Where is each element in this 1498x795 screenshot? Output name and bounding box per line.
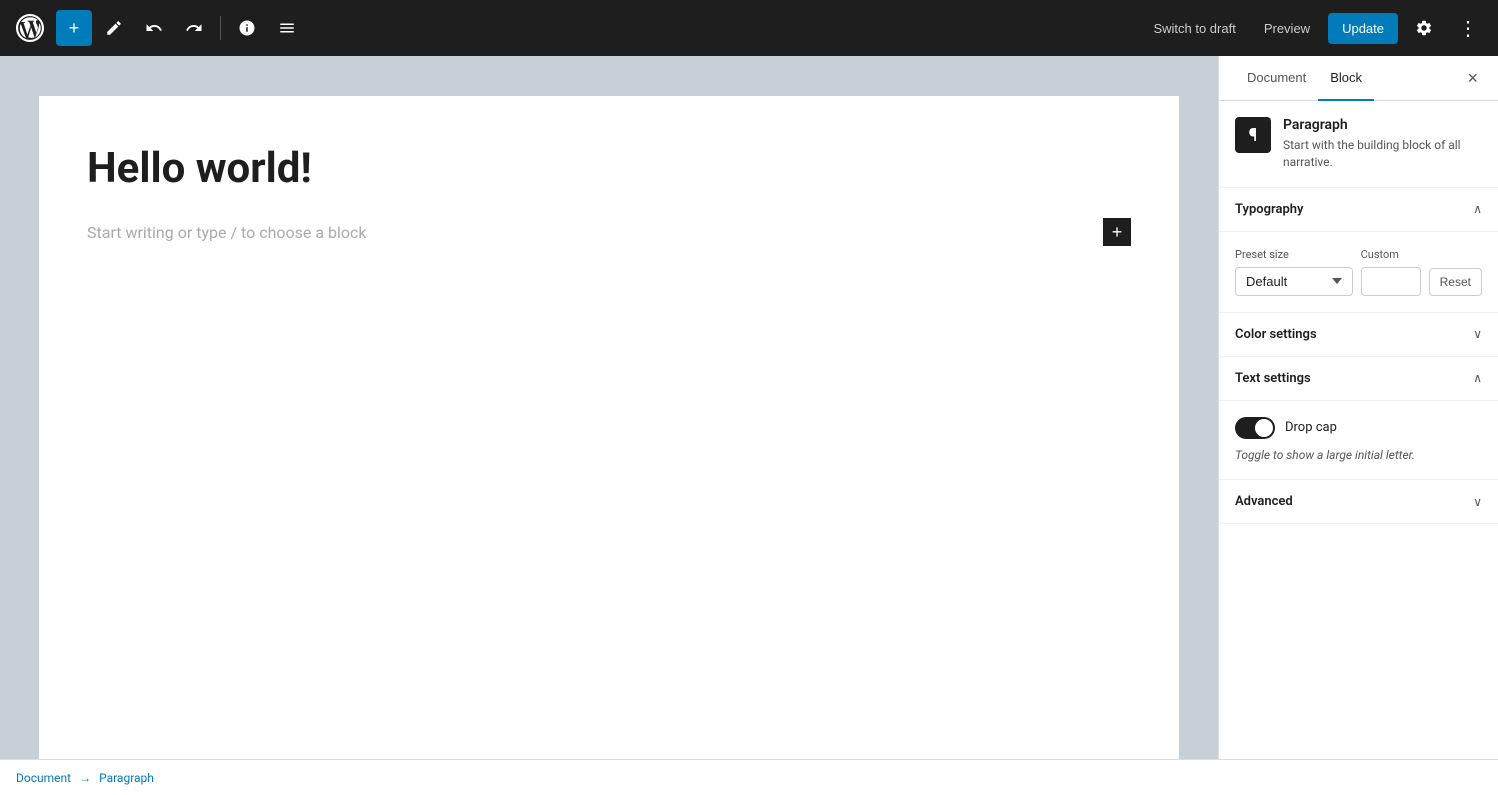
drop-cap-description: Toggle to show a large initial letter.	[1235, 447, 1482, 464]
sidebar-tabs: Document Block ×	[1219, 56, 1498, 101]
block-info: ¶ Paragraph Start with the building bloc…	[1219, 101, 1498, 188]
preset-size-group: Preset size Default	[1235, 248, 1353, 296]
custom-size-input[interactable]	[1361, 267, 1421, 296]
main-layout: Hello world! Start writing or type / to …	[0, 56, 1498, 759]
editor-canvas: Hello world! Start writing or type / to …	[39, 96, 1179, 759]
editor-area: Hello world! Start writing or type / to …	[0, 56, 1218, 759]
edit-icon	[105, 19, 123, 37]
toolbar-separator	[220, 16, 221, 40]
preset-size-label: Preset size	[1235, 248, 1353, 261]
typography-section-content: Preset size Default Custom Reset	[1219, 232, 1498, 313]
block-icon: ¶	[1235, 117, 1271, 153]
text-settings-chevron-icon: ∧	[1473, 371, 1482, 385]
reset-group: Reset	[1429, 268, 1482, 296]
list-view-button[interactable]	[269, 10, 305, 46]
reset-button[interactable]: Reset	[1429, 268, 1482, 296]
status-paragraph-link[interactable]: Paragraph	[99, 771, 154, 785]
inline-add-block-button[interactable]: +	[1103, 218, 1131, 246]
tab-block[interactable]: Block	[1318, 56, 1374, 101]
post-title[interactable]: Hello world!	[87, 144, 1131, 194]
undo-icon	[145, 19, 163, 37]
block-info-text: Paragraph Start with the building block …	[1283, 117, 1482, 171]
drop-cap-row: Drop cap	[1235, 417, 1482, 439]
status-arrow: →	[79, 771, 91, 785]
color-settings-title: Color settings	[1235, 327, 1317, 342]
info-button[interactable]	[229, 10, 265, 46]
typography-title: Typography	[1235, 202, 1304, 217]
toolbar: + Switch to draft Preview Update ⋮	[0, 0, 1498, 56]
preset-size-select[interactable]: Default	[1235, 267, 1353, 296]
text-settings-header[interactable]: Text settings ∧	[1219, 357, 1498, 401]
redo-button[interactable]	[176, 10, 212, 46]
status-document-link[interactable]: Document	[16, 771, 71, 785]
custom-size-group: Custom	[1361, 248, 1421, 296]
status-bar: Document → Paragraph	[0, 759, 1498, 795]
toggle-knob	[1255, 419, 1273, 437]
block-name: Paragraph	[1283, 117, 1482, 133]
block-description: Start with the building block of all nar…	[1283, 137, 1482, 171]
color-settings-header[interactable]: Color settings ∨	[1219, 313, 1498, 357]
redo-icon	[185, 19, 203, 37]
edit-mode-button[interactable]	[96, 10, 132, 46]
drop-cap-label: Drop cap	[1285, 420, 1337, 435]
sidebar: Document Block × ¶ Paragraph Start with …	[1218, 56, 1498, 759]
block-placeholder-text: Start writing or type / to choose a bloc…	[87, 223, 367, 242]
settings-button[interactable]	[1406, 10, 1442, 46]
undo-button[interactable]	[136, 10, 172, 46]
sidebar-close-button[interactable]: ×	[1463, 56, 1482, 100]
text-settings-content: Drop cap Toggle to show a large initial …	[1219, 401, 1498, 481]
typography-chevron-icon: ∧	[1473, 202, 1482, 216]
update-button[interactable]: Update	[1328, 13, 1398, 44]
tab-document[interactable]: Document	[1235, 56, 1318, 101]
color-settings-chevron-icon: ∨	[1473, 327, 1482, 341]
drop-cap-toggle[interactable]	[1235, 417, 1275, 439]
switch-to-draft-button[interactable]: Switch to draft	[1143, 15, 1245, 42]
block-placeholder[interactable]: Start writing or type / to choose a bloc…	[87, 218, 1131, 246]
font-size-row: Preset size Default Custom Reset	[1235, 248, 1482, 296]
wp-logo-icon	[16, 14, 44, 42]
list-view-icon	[278, 19, 296, 37]
preview-button[interactable]: Preview	[1254, 15, 1320, 42]
wp-logo	[12, 10, 48, 46]
advanced-title: Advanced	[1235, 494, 1293, 509]
info-icon	[238, 19, 256, 37]
typography-section-header[interactable]: Typography ∧	[1219, 188, 1498, 232]
settings-gear-icon	[1415, 19, 1433, 37]
more-options-button[interactable]: ⋮	[1450, 10, 1486, 46]
custom-label: Custom	[1361, 248, 1421, 261]
advanced-chevron-icon: ∨	[1473, 495, 1482, 509]
toolbar-right: Switch to draft Preview Update ⋮	[1143, 10, 1486, 46]
text-settings-title: Text settings	[1235, 371, 1311, 386]
advanced-section-header[interactable]: Advanced ∨	[1219, 480, 1498, 524]
add-block-button[interactable]: +	[56, 10, 92, 46]
